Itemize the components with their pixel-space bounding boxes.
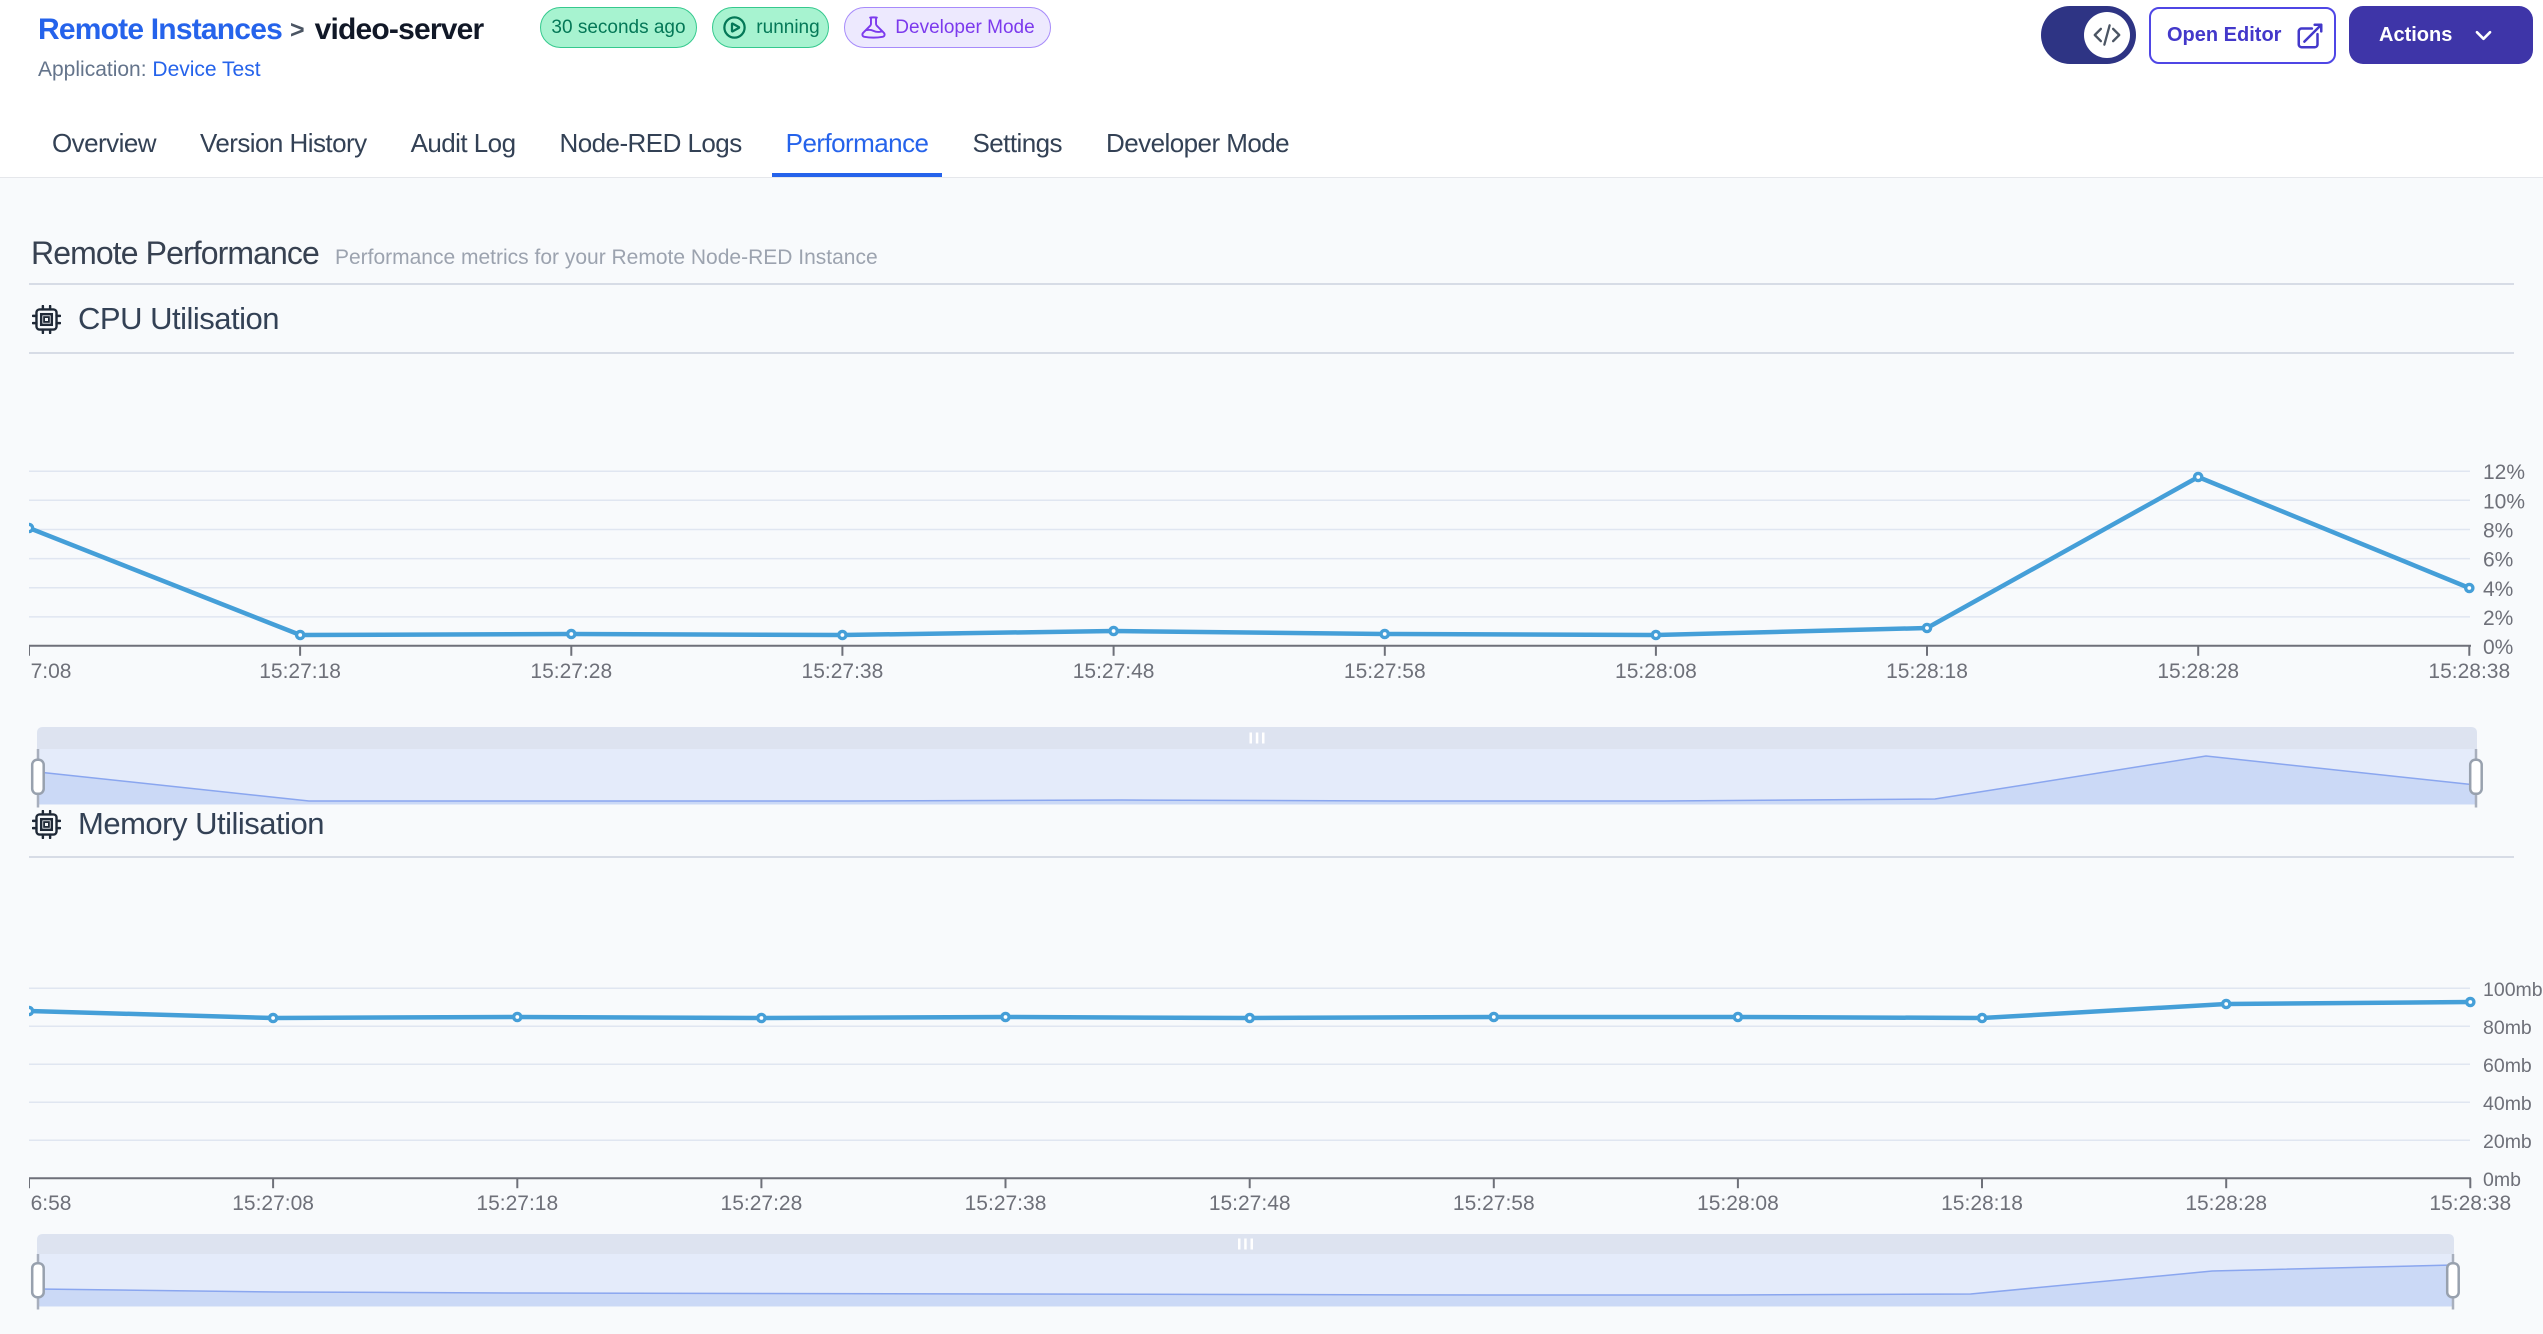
svg-text:80mb: 80mb <box>2483 1017 2532 1039</box>
svg-text:15:27:28: 15:27:28 <box>530 660 612 683</box>
svg-text:15:28:38: 15:28:38 <box>2429 1192 2511 1215</box>
svg-text:15:27:18: 15:27:18 <box>476 1192 558 1215</box>
svg-text:15:27:18: 15:27:18 <box>259 660 341 683</box>
svg-text:15:27:58: 15:27:58 <box>1453 1192 1535 1215</box>
svg-text:0mb: 0mb <box>2483 1169 2521 1191</box>
svg-text:10%: 10% <box>2483 490 2525 513</box>
svg-text:15:28:38: 15:28:38 <box>2428 660 2510 683</box>
svg-text:15:27:38: 15:27:38 <box>802 660 884 683</box>
svg-text:15:27:38: 15:27:38 <box>965 1192 1047 1215</box>
svg-text:20mb: 20mb <box>2483 1131 2532 1153</box>
svg-text:15:28:28: 15:28:28 <box>2157 660 2239 683</box>
svg-text:0%: 0% <box>2483 636 2513 659</box>
svg-text:6:58: 6:58 <box>31 1192 72 1215</box>
svg-text:40mb: 40mb <box>2483 1093 2532 1115</box>
svg-text:12%: 12% <box>2483 461 2525 484</box>
svg-text:15:28:28: 15:28:28 <box>2185 1192 2267 1215</box>
svg-text:15:28:18: 15:28:18 <box>1941 1192 2023 1215</box>
svg-text:15:27:48: 15:27:48 <box>1073 660 1155 683</box>
svg-text:15:27:58: 15:27:58 <box>1344 660 1426 683</box>
svg-text:15:27:48: 15:27:48 <box>1209 1192 1291 1215</box>
svg-text:60mb: 60mb <box>2483 1055 2532 1077</box>
svg-text:100mb: 100mb <box>2483 979 2543 1001</box>
svg-text:8%: 8% <box>2483 520 2513 543</box>
svg-text:15:28:08: 15:28:08 <box>1615 660 1697 683</box>
svg-text:6%: 6% <box>2483 549 2513 572</box>
svg-text:15:28:08: 15:28:08 <box>1697 1192 1779 1215</box>
svg-text:2%: 2% <box>2483 607 2513 630</box>
svg-text:7:08: 7:08 <box>31 660 72 683</box>
svg-text:15:28:18: 15:28:18 <box>1886 660 1968 683</box>
svg-text:15:27:08: 15:27:08 <box>232 1192 314 1215</box>
svg-text:4%: 4% <box>2483 578 2513 601</box>
svg-text:15:27:28: 15:27:28 <box>721 1192 803 1215</box>
